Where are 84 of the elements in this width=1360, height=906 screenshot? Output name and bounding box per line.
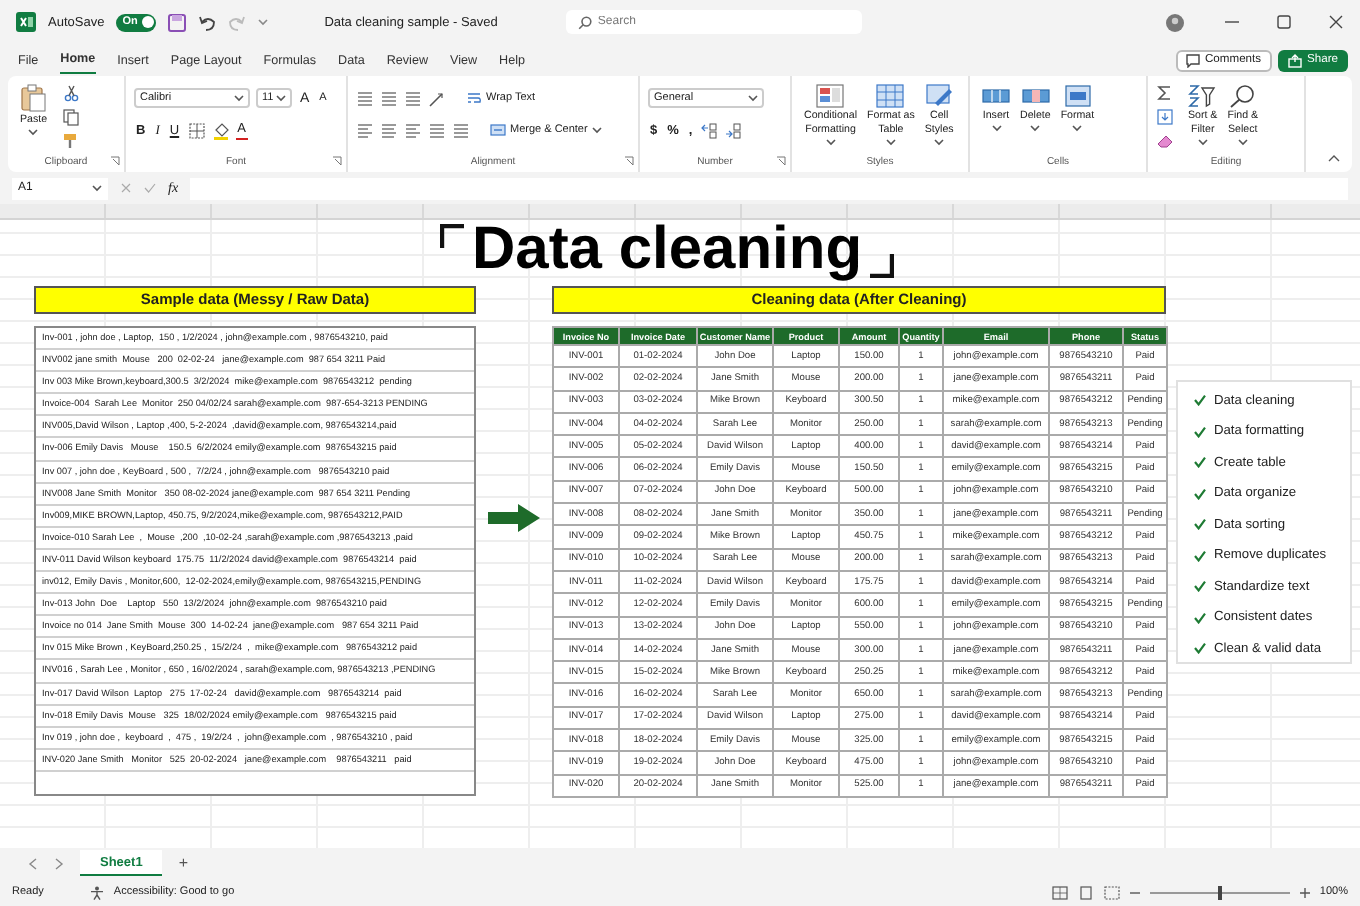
cancel-icon[interactable] <box>120 182 132 194</box>
checkmark-icon <box>1194 518 1206 531</box>
borders-icon[interactable] <box>187 121 206 139</box>
dialog-launcher-icon[interactable] <box>776 156 786 166</box>
increase-decimal-icon[interactable] <box>700 121 719 139</box>
top-align-icon[interactable] <box>356 89 374 107</box>
format-cells-icon[interactable] <box>1063 84 1092 108</box>
normal-view-icon[interactable] <box>1051 885 1068 899</box>
caret-icon <box>92 184 102 192</box>
copy-icon[interactable] <box>61 108 80 126</box>
page-break-view-icon[interactable] <box>1103 885 1120 899</box>
caret-icon <box>934 138 945 146</box>
paintbrush-icon[interactable] <box>61 132 80 150</box>
corner-bracket-icon <box>870 254 895 278</box>
increase-indent-icon[interactable] <box>452 121 470 139</box>
middle-align-icon[interactable] <box>380 89 398 107</box>
dialog-launcher-icon[interactable] <box>624 156 634 166</box>
profile-icon[interactable] <box>1166 13 1184 31</box>
checkmark-icon <box>1194 549 1206 562</box>
add-sheet-button[interactable]: + <box>178 854 188 872</box>
eraser-icon[interactable] <box>1156 132 1174 150</box>
caret-icon <box>748 94 758 102</box>
spreadsheet-logo-icon <box>16 12 36 32</box>
caret-icon <box>991 124 1001 132</box>
caret-icon <box>1237 138 1248 146</box>
comment-icon <box>1185 53 1199 67</box>
save-icon[interactable] <box>168 13 187 31</box>
zoom-out-icon[interactable] <box>1129 887 1140 897</box>
caret-icon <box>1197 138 1208 146</box>
sort-filter-icon[interactable] <box>1188 84 1217 108</box>
decrease-decimal-icon[interactable] <box>724 121 743 139</box>
delete-cells-icon[interactable] <box>1021 84 1050 108</box>
sum-icon[interactable] <box>1156 84 1174 102</box>
previous-sheet-icon[interactable] <box>28 857 38 869</box>
checkmark-icon <box>1194 425 1206 438</box>
sheet-heading: Data cleaning <box>471 220 863 280</box>
bottom-align-icon[interactable] <box>404 89 422 107</box>
checkmark-icon <box>1194 394 1206 407</box>
right-arrow-icon <box>488 504 540 532</box>
checkmark-icon <box>1194 642 1206 655</box>
decrease-indent-icon[interactable] <box>428 121 446 139</box>
zoom-slider-thumb[interactable] <box>1217 885 1222 899</box>
caret-icon <box>1072 124 1083 132</box>
checkmark-icon <box>1194 611 1206 624</box>
table-format-icon[interactable] <box>876 84 905 108</box>
magnifier-icon[interactable] <box>1228 84 1257 108</box>
fill-color-icon[interactable] <box>211 121 230 139</box>
clipboard-icon <box>20 84 47 112</box>
zoom-in-icon[interactable] <box>1299 887 1310 897</box>
fill-down-icon[interactable] <box>1156 108 1174 126</box>
enter-icon[interactable] <box>144 182 156 194</box>
merge-cells-icon <box>490 122 506 138</box>
checkmark-icon <box>1194 487 1206 500</box>
page-layout-view-icon[interactable] <box>1077 885 1094 899</box>
caret-icon <box>1030 124 1041 132</box>
dialog-launcher-icon[interactable] <box>332 156 342 166</box>
conditional-format-icon[interactable] <box>816 84 845 108</box>
collapse-ribbon-icon[interactable] <box>1328 154 1340 162</box>
insert-cells-icon[interactable] <box>982 84 1010 108</box>
caret-icon <box>234 94 244 102</box>
next-sheet-icon[interactable] <box>54 857 64 869</box>
align-center-icon[interactable] <box>380 121 398 139</box>
accessibility-icon[interactable] <box>89 885 104 899</box>
wrap-text-icon <box>466 90 482 106</box>
caret-icon[interactable] <box>258 18 269 26</box>
cell-styles-icon[interactable] <box>925 84 954 108</box>
undo-icon[interactable] <box>198 13 217 31</box>
caret-icon <box>885 138 896 146</box>
maximize-icon[interactable] <box>1276 14 1292 30</box>
scissors-icon[interactable] <box>61 84 80 102</box>
search-icon <box>577 15 592 29</box>
caret-icon <box>591 126 602 134</box>
align-left-icon[interactable] <box>356 121 374 139</box>
close-icon[interactable] <box>1328 14 1344 30</box>
checkmark-icon <box>1194 580 1206 593</box>
caret-icon <box>28 128 39 136</box>
align-right-icon[interactable] <box>404 121 422 139</box>
orientation-icon[interactable] <box>428 89 446 107</box>
caret-icon <box>276 94 286 102</box>
caret-icon <box>825 138 836 146</box>
share-icon <box>1287 53 1302 67</box>
checkmark-icon <box>1194 456 1206 469</box>
corner-bracket-icon <box>439 224 464 248</box>
dialog-launcher-icon[interactable] <box>110 156 120 166</box>
